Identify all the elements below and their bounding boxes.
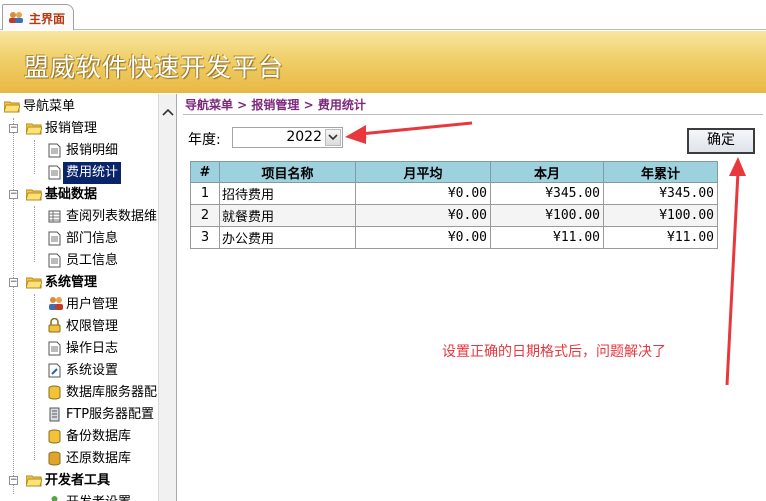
nav-item-label: 系统设置 bbox=[66, 363, 119, 378]
nav-item-label: 备份数据库 bbox=[66, 429, 132, 444]
nav-scrollbar[interactable] bbox=[158, 94, 176, 501]
nav-item-label: 报销明细 bbox=[66, 143, 119, 158]
monthly-average: ¥0.00 bbox=[355, 204, 491, 227]
collapse-toggle[interactable]: − bbox=[9, 476, 18, 485]
nav-item-label: 用户管理 bbox=[66, 297, 119, 312]
table-row[interactable]: 3 办公费用 ¥0.00 ¥11.00 ¥11.00 bbox=[190, 226, 718, 249]
item-name: 办公费用 bbox=[219, 226, 356, 249]
person-icon bbox=[51, 496, 58, 501]
this-month: ¥11.00 bbox=[490, 226, 604, 249]
folder-open-icon bbox=[26, 123, 42, 135]
nav-item-label: 数据库服务器配 bbox=[66, 385, 158, 400]
lock-icon bbox=[48, 318, 61, 333]
table-header-row: # 项目名称 月平均 本月 年累计 bbox=[190, 161, 718, 183]
tree-connector bbox=[34, 294, 35, 460]
item-name: 就餐费用 bbox=[219, 204, 356, 227]
document-icon bbox=[48, 253, 61, 268]
tree-connector bbox=[34, 206, 35, 262]
fee-table: # 项目名称 月平均 本月 年累计 1 招待费用 ¥0.00 ¥345.00 ¥… bbox=[190, 161, 718, 249]
row-number: 3 bbox=[190, 226, 220, 249]
nav-item-label: 还原数据库 bbox=[66, 451, 132, 466]
year-select-value: 2022 bbox=[286, 129, 322, 145]
row-number: 1 bbox=[190, 182, 220, 205]
nav-item-label: 部门信息 bbox=[66, 231, 119, 246]
item-name: 招待费用 bbox=[219, 182, 356, 205]
app-banner: 盟威软件快速开发平台 bbox=[0, 31, 766, 93]
settings-icon bbox=[48, 363, 61, 378]
column-header: # bbox=[190, 161, 220, 183]
this-month: ¥100.00 bbox=[490, 204, 604, 227]
document-icon bbox=[48, 143, 61, 158]
tab-strip: 主界面 bbox=[0, 0, 766, 30]
monthly-average: ¥0.00 bbox=[355, 182, 491, 205]
confirm-button[interactable]: 确定 bbox=[687, 128, 755, 154]
nav-group-label: 基础数据 bbox=[45, 187, 98, 202]
year-total: ¥345.00 bbox=[603, 182, 718, 205]
users-icon bbox=[49, 297, 63, 310]
server-icon bbox=[49, 407, 60, 422]
folder-open-icon bbox=[26, 475, 42, 487]
collapse-toggle[interactable]: − bbox=[9, 190, 18, 199]
column-header: 项目名称 bbox=[219, 161, 356, 183]
chevron-up-icon[interactable] bbox=[161, 106, 175, 120]
breadcrumb: 导航菜单 > 报销管理 > 费用统计 bbox=[185, 98, 366, 112]
main-pane: 导航菜单 > 报销管理 > 费用统计 年度: 2022 确定 # 项目名称 月平… bbox=[180, 94, 766, 501]
nav-root-label: 导航菜单 bbox=[23, 99, 76, 114]
nav-item-label: FTP服务器配置 bbox=[66, 407, 155, 422]
collapse-toggle[interactable]: − bbox=[9, 278, 18, 287]
column-header: 月平均 bbox=[355, 161, 491, 183]
table-row[interactable]: 1 招待费用 ¥0.00 ¥345.00 ¥345.00 bbox=[190, 182, 718, 205]
year-label: 年度: bbox=[188, 132, 221, 148]
year-total: ¥11.00 bbox=[603, 226, 718, 249]
nav-group-label: 系统管理 bbox=[45, 275, 98, 290]
database-backup-icon bbox=[48, 429, 61, 444]
collapse-toggle[interactable]: − bbox=[9, 124, 18, 133]
database-icon bbox=[48, 385, 61, 400]
nav-group-label: 开发者工具 bbox=[45, 473, 111, 488]
nav-item-label: 操作日志 bbox=[66, 341, 119, 356]
document-icon bbox=[48, 231, 61, 246]
chevron-down-icon bbox=[328, 134, 338, 141]
nav-item-label: 查阅列表数据维 bbox=[66, 209, 158, 224]
tab-main-label: 主界面 bbox=[29, 12, 66, 26]
year-total: ¥100.00 bbox=[603, 204, 718, 227]
column-header: 年累计 bbox=[603, 161, 718, 183]
document-icon bbox=[48, 165, 61, 180]
folder-open-icon bbox=[26, 189, 42, 201]
nav-item-label: 开发者设置 bbox=[66, 492, 131, 501]
breadcrumb-divider bbox=[183, 114, 763, 115]
annotation-text: 设置正确的日期格式后，问题解决了 bbox=[442, 344, 666, 360]
folder-open-icon bbox=[26, 277, 42, 289]
year-select[interactable]: 2022 bbox=[232, 127, 343, 148]
nav-tree: 导航菜单 − 报销管理 报销明细 费用统计 − 基础数据 查阅列表数据维 部门信… bbox=[0, 94, 177, 501]
row-number: 2 bbox=[190, 204, 220, 227]
tab-main[interactable]: 主界面 bbox=[2, 4, 74, 30]
this-month: ¥345.00 bbox=[490, 182, 604, 205]
users-icon bbox=[9, 12, 23, 23]
table-row[interactable]: 2 就餐费用 ¥0.00 ¥100.00 ¥100.00 bbox=[190, 204, 718, 227]
nav-item-label: 员工信息 bbox=[66, 253, 119, 268]
nav-item-label: 权限管理 bbox=[66, 319, 119, 334]
nav-group-label: 报销管理 bbox=[45, 121, 98, 136]
tree-connector bbox=[34, 140, 35, 174]
folder-open-icon bbox=[4, 101, 20, 113]
year-dropdown-button[interactable] bbox=[325, 129, 341, 146]
tree-connector bbox=[13, 118, 14, 494]
database-restore-icon bbox=[48, 451, 61, 466]
list-grid-icon bbox=[48, 210, 61, 223]
nav-item-label-selected: 费用统计 bbox=[63, 162, 122, 184]
document-icon bbox=[48, 341, 61, 356]
column-header: 本月 bbox=[490, 161, 604, 183]
app-title: 盟威软件快速开发平台 bbox=[24, 53, 285, 82]
monthly-average: ¥0.00 bbox=[355, 226, 491, 249]
